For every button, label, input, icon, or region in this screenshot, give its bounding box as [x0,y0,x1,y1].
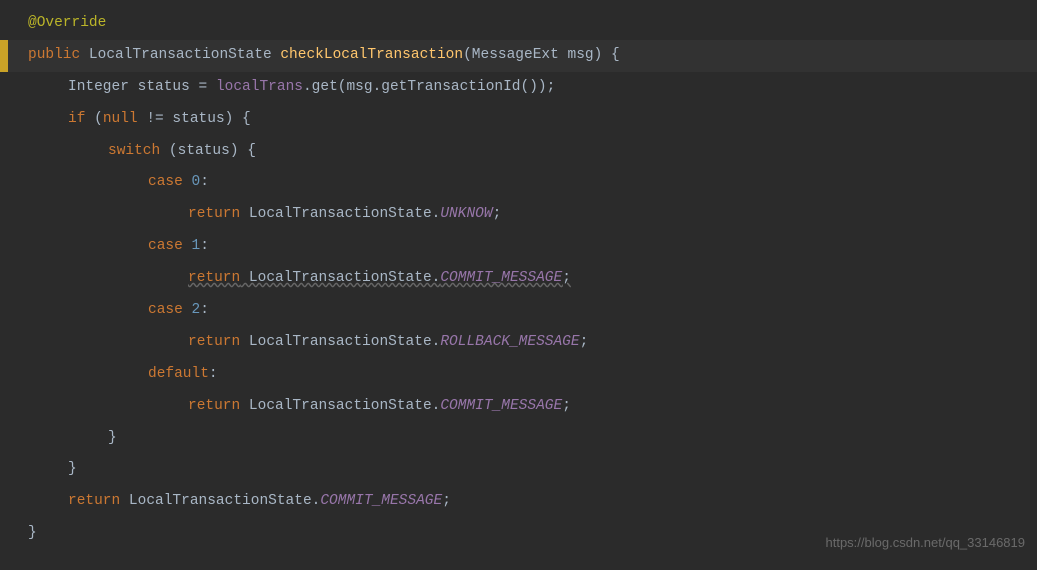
keyword-return: return [188,334,240,350]
code-line: return LocalTransactionState.COMMIT_MESS… [0,486,1037,518]
keyword-default: default [148,366,209,382]
type: Integer [68,79,129,95]
enum-rollback: ROLLBACK_MESSAGE [440,334,579,350]
param-type: MessageExt [472,47,559,63]
keyword-public: public [28,47,80,63]
return-type: LocalTransactionState [89,47,272,63]
semi: ; [562,398,571,414]
text: LocalTransactionState. [240,206,440,222]
brace-close: } [108,430,117,446]
code-line: default: [0,359,1037,391]
code-line: @Override [0,8,1037,40]
text [80,47,89,63]
enum-commit: COMMIT_MESSAGE [320,493,442,509]
text [559,47,568,63]
keyword-return: return [68,493,120,509]
code-line: } [0,423,1037,455]
semi: ; [493,206,502,222]
text: LocalTransactionState. [240,270,440,286]
enum-commit: COMMIT_MESSAGE [440,398,562,414]
text: LocalTransactionState. [240,334,440,350]
var: status [138,79,190,95]
code-line: switch (status) { [0,136,1037,168]
code-line: } [0,454,1037,486]
colon: : [200,238,209,254]
code-line: return LocalTransactionState.COMMIT_MESS… [0,263,1037,295]
field: localTrans [216,79,303,95]
code-line: case 0: [0,167,1037,199]
semi: ; [580,334,589,350]
number: 1 [192,238,201,254]
text: LocalTransactionState. [240,398,440,414]
cond: (status) { [160,143,256,159]
keyword-switch: switch [108,143,160,159]
keyword-return: return [188,270,240,286]
punct: ) { [594,47,620,63]
enum-commit: COMMIT_MESSAGE [440,270,562,286]
text [129,79,138,95]
op: = [190,79,216,95]
semi: ; [562,270,571,286]
text: LocalTransactionState. [120,493,320,509]
text [183,238,192,254]
brace-close: } [68,461,77,477]
code-line: return LocalTransactionState.UNKNOW; [0,199,1037,231]
colon: : [200,174,209,190]
watermark: https://blog.csdn.net/qq_33146819 [826,529,1026,558]
number: 0 [192,174,201,190]
text [183,174,192,190]
method-name: checkLocalTransaction [280,47,463,63]
keyword-return: return [188,398,240,414]
code-line: Integer status = localTrans.get(msg.getT… [0,72,1037,104]
call: .get(msg.getTransactionId()); [303,79,555,95]
colon: : [209,366,218,382]
param-name: msg [568,47,594,63]
code-line: case 2: [0,295,1037,327]
enum-unknow: UNKNOW [440,206,492,222]
keyword-null: null [103,111,138,127]
code-editor[interactable]: @Override public LocalTransactionState c… [0,0,1037,550]
punct: ( [85,111,102,127]
gutter-warning-marker [0,40,8,72]
punct: ( [463,47,472,63]
code-line: return LocalTransactionState.COMMIT_MESS… [0,391,1037,423]
annotation: @Override [28,15,106,31]
keyword-if: if [68,111,85,127]
code-line: case 1: [0,231,1037,263]
cond: != status) { [138,111,251,127]
code-line-method-signature: public LocalTransactionState checkLocalT… [0,40,1037,72]
keyword-case: case [148,302,183,318]
brace-close: } [28,525,37,541]
colon: : [200,302,209,318]
semi: ; [442,493,451,509]
keyword-return: return [188,206,240,222]
keyword-case: case [148,238,183,254]
text [183,302,192,318]
code-line: return LocalTransactionState.ROLLBACK_ME… [0,327,1037,359]
keyword-case: case [148,174,183,190]
code-line: if (null != status) { [0,104,1037,136]
number: 2 [192,302,201,318]
